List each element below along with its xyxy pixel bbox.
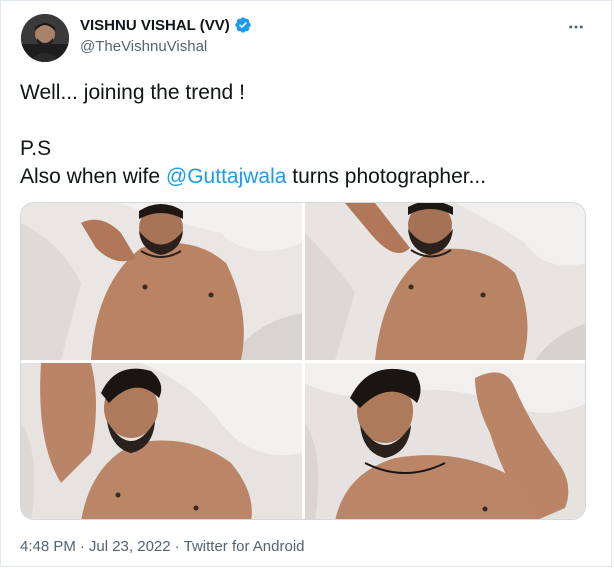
meta-separator: · — [174, 538, 180, 555]
verified-badge-icon — [234, 16, 252, 34]
tweet-card: VISHNU VISHAL (VV) @TheVishnuVishal Well… — [0, 0, 612, 567]
tweet-line-3: Also when wife @Guttajwala turns photogr… — [20, 163, 590, 191]
photo-2[interactable] — [305, 203, 585, 360]
photo-1[interactable] — [21, 203, 302, 360]
photo-3[interactable] — [21, 363, 302, 519]
tweet-line-1: Well... joining the trend ! — [20, 81, 245, 104]
more-options-icon[interactable] — [564, 15, 588, 39]
avatar[interactable] — [21, 14, 69, 62]
author-display-name[interactable]: VISHNU VISHAL (VV) — [80, 17, 230, 34]
meta-separator: · — [79, 538, 85, 555]
author-handle[interactable]: @TheVishnuVishal — [80, 38, 207, 55]
author-name-row[interactable]: VISHNU VISHAL (VV) — [80, 14, 252, 36]
avatar-photo — [21, 14, 69, 62]
photo-4[interactable] — [305, 363, 585, 519]
tweet-line-3-prefix: Also when wife — [20, 165, 166, 188]
tweet-metadata: 4:48 PM · Jul 23, 2022 · Twitter for And… — [20, 538, 305, 555]
tweet-line-2: P.S — [20, 137, 52, 160]
tweet-text: Well... joining the trend ! P.S Also whe… — [20, 79, 590, 191]
tweet-time[interactable]: 4:48 PM — [20, 538, 76, 555]
tweet-line-3-suffix: turns photographer... — [286, 165, 487, 188]
tweet-date[interactable]: Jul 23, 2022 — [89, 538, 171, 555]
mention-link[interactable]: @Guttajwala — [166, 165, 287, 188]
tweet-source[interactable]: Twitter for Android — [184, 538, 305, 555]
photo-gallery — [20, 202, 586, 520]
